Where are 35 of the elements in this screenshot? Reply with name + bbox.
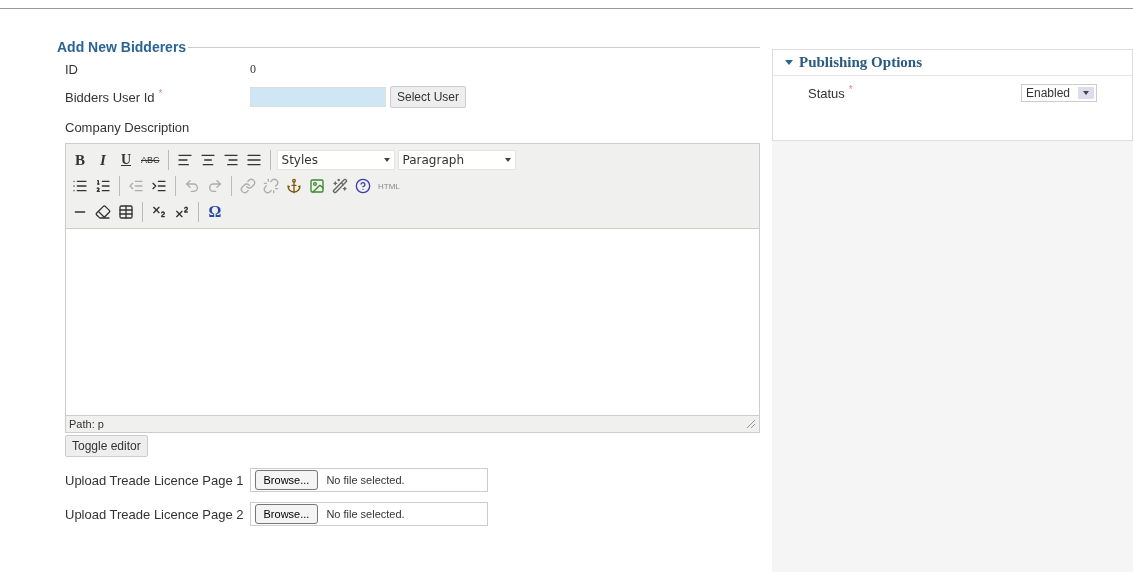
browse-button[interactable]: Browse... — [254, 470, 319, 490]
upload-label: Upload Treade Licence Page 1 — [65, 472, 244, 488]
format-dropdown[interactable]: Paragraph — [397, 150, 516, 170]
field-label: Bidders User Id $^{*}$ — [65, 88, 164, 106]
panel-title[interactable]: Publishing Options — [799, 54, 922, 71]
status-dropdown[interactable]: Enabled — [1020, 84, 1097, 102]
file-input[interactable]: Browse... No file selected. — [249, 502, 488, 526]
toolbar-button[interactable]: B — [70, 150, 90, 170]
upload-label: Upload Treade Licence Page 2 — [65, 506, 244, 522]
select-user-button[interactable]: Select User — [390, 86, 467, 108]
help-icon[interactable] — [353, 176, 373, 196]
expand-triangle-icon[interactable] — [785, 60, 793, 65]
form-legend: Add New Bidderers — [55, 39, 189, 55]
toolbar-button[interactable]: ABC — [139, 150, 162, 170]
field-label: Company Description — [65, 119, 191, 135]
image-icon[interactable] — [307, 176, 327, 196]
toggle-editor-button[interactable]: Toggle editor — [65, 435, 148, 457]
browse-button[interactable]: Browse... — [254, 504, 319, 524]
field-label: ID — [65, 61, 79, 77]
table-icon[interactable] — [116, 202, 136, 222]
resize-grip-icon[interactable] — [746, 419, 756, 429]
user-id-field[interactable] — [250, 87, 386, 107]
eraser-icon[interactable] — [93, 202, 113, 222]
file-status: No file selected. — [326, 474, 405, 486]
id-value: 0 — [250, 61, 256, 77]
format-dropdown[interactable]: Styles — [276, 150, 395, 170]
anchor-icon[interactable] — [284, 176, 304, 196]
file-input[interactable]: Browse... No file selected. — [249, 468, 488, 492]
toolbar-button[interactable]: Ω — [205, 202, 225, 222]
field-label: Status $^{*}$ — [808, 84, 853, 102]
toolbar-button[interactable]: U — [116, 150, 136, 170]
element-path: Path: p — [69, 418, 104, 430]
wand-icon[interactable] — [330, 176, 350, 196]
file-status: No file selected. — [326, 508, 405, 520]
toolbar-button[interactable]: I — [93, 150, 113, 170]
